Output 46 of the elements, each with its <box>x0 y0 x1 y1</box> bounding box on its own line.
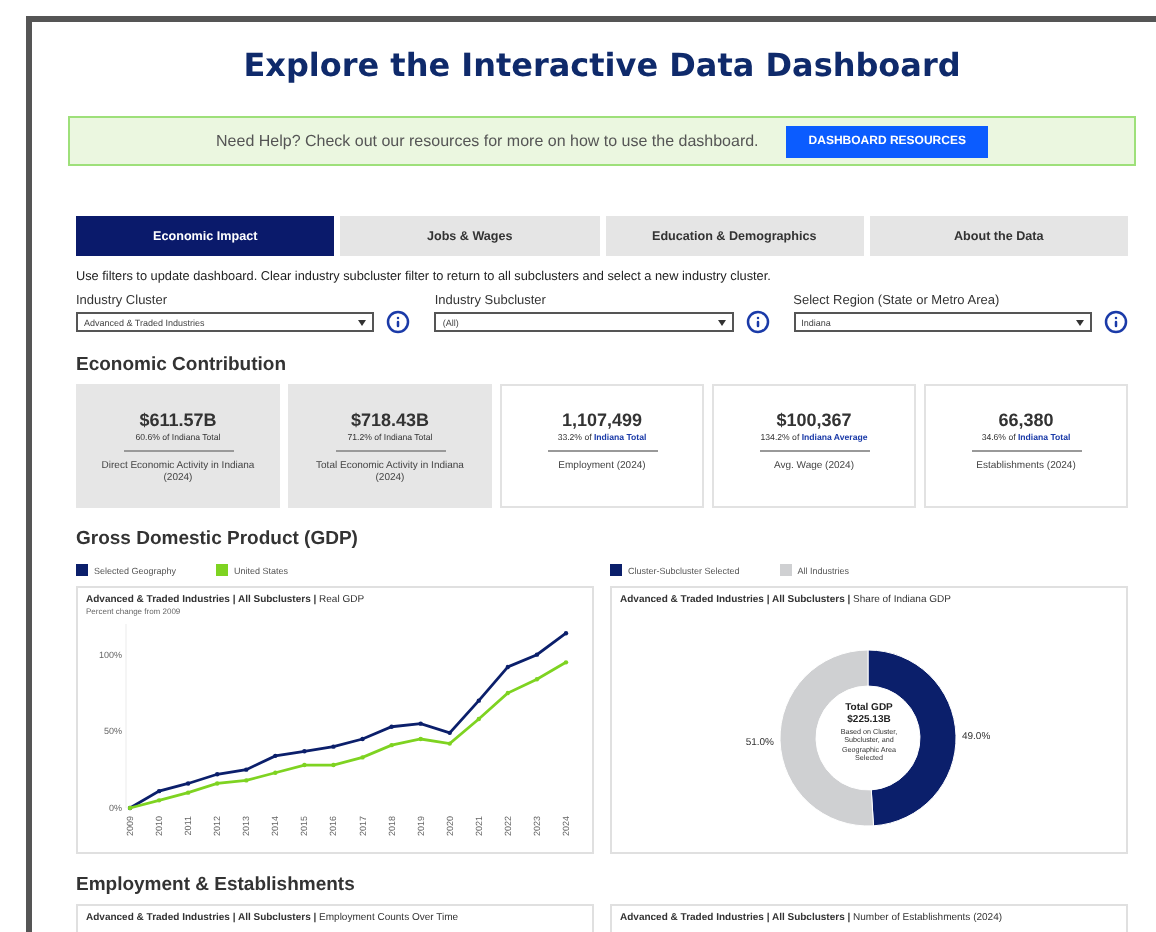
data-point <box>302 749 307 754</box>
page-title: Explore the Interactive Data Dashboard <box>241 46 963 84</box>
section-heading: Economic Contribution <box>76 354 289 376</box>
data-point <box>360 736 365 742</box>
help-text: Need Help? Check out our resources for more on how to use the dashboard. <box>216 132 759 150</box>
caret-icon <box>1075 319 1084 325</box>
data-point <box>302 762 307 768</box>
metric-value: 1,107,499 <box>561 410 643 430</box>
caret-icon <box>358 319 367 325</box>
metric-value: $611.57B <box>139 410 217 430</box>
metric-value: $100,367 <box>776 410 852 430</box>
data-point <box>156 798 162 803</box>
data-point <box>418 721 423 726</box>
metric-value: $718.43B <box>350 410 430 430</box>
data-point <box>215 781 220 786</box>
metric-value: 66,380 <box>998 410 1054 430</box>
data-point <box>331 744 336 749</box>
data-point <box>244 778 249 783</box>
data-point <box>215 772 220 777</box>
data-point <box>273 753 278 759</box>
data-point <box>360 755 365 760</box>
data-point <box>476 716 481 722</box>
data-point <box>505 664 511 670</box>
data-point <box>244 767 249 772</box>
info-icon[interactable] <box>1103 310 1128 334</box>
data-point <box>273 770 278 775</box>
info-icon[interactable] <box>745 310 770 334</box>
data-point <box>389 724 394 729</box>
data-point <box>505 690 511 696</box>
info-icon[interactable] <box>386 310 411 334</box>
data-point <box>534 652 540 657</box>
data-point <box>389 742 394 748</box>
data-point <box>156 788 162 794</box>
data-point <box>563 660 569 665</box>
section-heading: Gross Domestic Product (GDP) <box>76 528 360 550</box>
data-point <box>534 677 540 682</box>
data-point <box>563 631 569 636</box>
data-point <box>185 790 191 795</box>
data-point <box>418 736 423 742</box>
data-point <box>185 781 191 786</box>
section-heading: Employment & Establishments <box>76 874 357 896</box>
caret-icon <box>717 319 726 325</box>
data-point <box>331 762 336 768</box>
data-point <box>447 741 452 746</box>
data-point <box>476 698 481 703</box>
data-point <box>447 730 452 736</box>
